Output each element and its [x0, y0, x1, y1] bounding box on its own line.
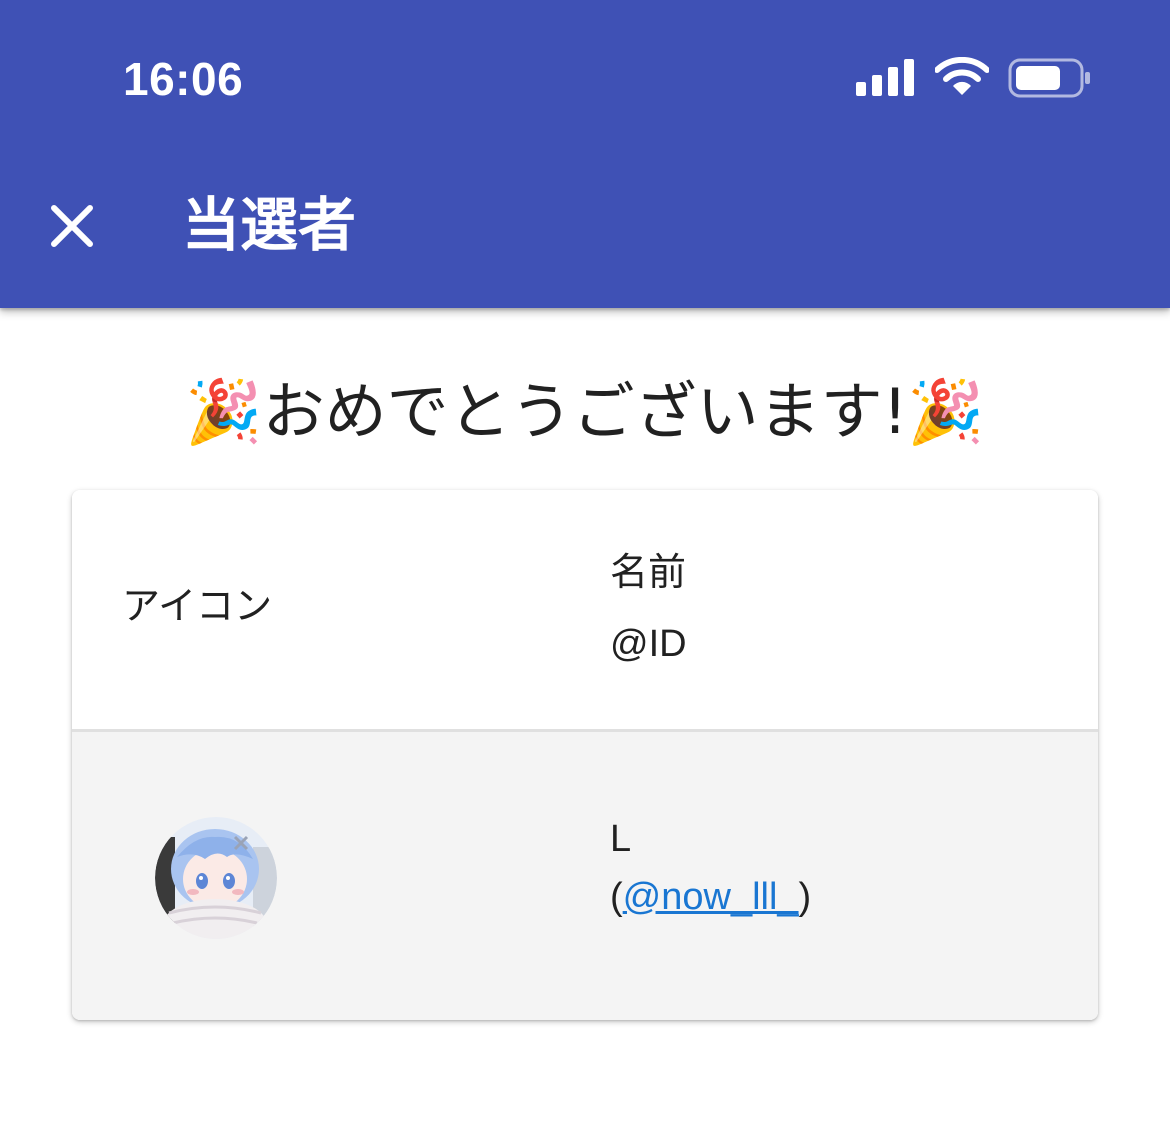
party-popper-icon: 🎉: [185, 375, 263, 448]
winners-table: アイコン 名前 @ID L (@now_lll_): [72, 490, 1098, 1020]
table-header-row: アイコン 名前 @ID: [72, 490, 1098, 729]
app-bar: 16:06 当選者: [0, 0, 1170, 308]
paren-open: (: [610, 876, 623, 918]
signal-icon: [856, 59, 914, 96]
party-popper-icon: 🎉: [907, 375, 985, 448]
congrats-banner: 🎉おめでとうございます!🎉: [0, 366, 1170, 458]
battery-icon: [1008, 58, 1090, 98]
header-name: 名前: [610, 550, 687, 594]
paren-close: ): [798, 876, 812, 918]
header-id: @ID: [610, 623, 687, 665]
winner-handle-link[interactable]: @now_lll_: [623, 876, 799, 918]
status-time: 16:06: [123, 53, 244, 105]
winner-name: L: [610, 818, 632, 860]
avatar: [155, 817, 277, 939]
toolbar-title: 当選者: [182, 191, 357, 259]
header-icon: アイコン: [122, 584, 273, 628]
table-row: L (@now_lll_): [72, 732, 1098, 1020]
winner-id: (@now_lll_): [610, 872, 811, 922]
wifi-icon: [935, 57, 989, 95]
close-icon: [51, 205, 93, 247]
congrats-text: おめでとうございます!: [262, 375, 908, 448]
close-button[interactable]: [40, 196, 104, 256]
